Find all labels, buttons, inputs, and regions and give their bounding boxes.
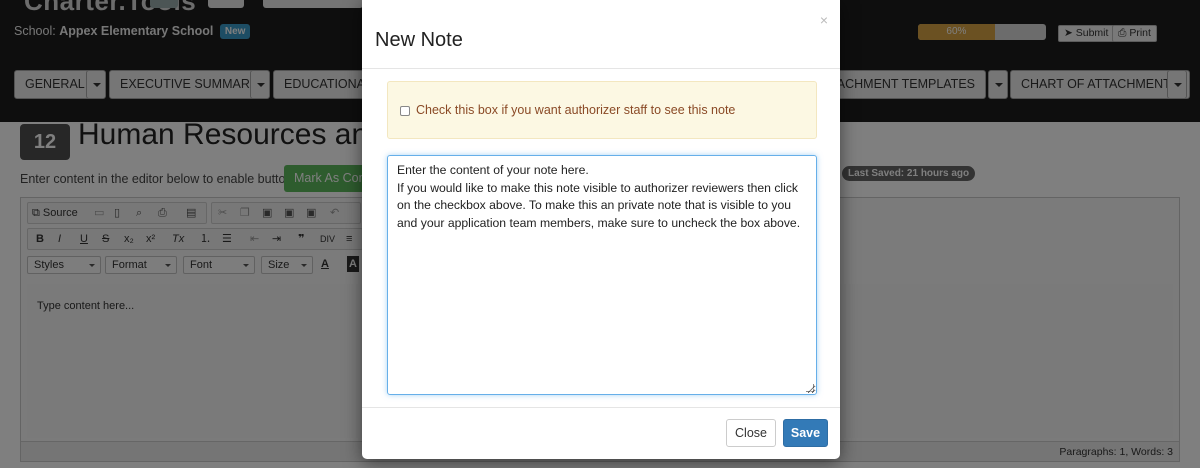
modal-footer-divider [362,407,840,408]
authorizer-visibility-label[interactable]: Check this box if you want authorizer st… [416,103,735,117]
visibility-notice: Check this box if you want authorizer st… [387,81,817,139]
note-line: If you would like to make this note visi… [397,180,801,230]
close-icon[interactable]: × [820,12,828,28]
close-button[interactable]: Close [726,419,776,447]
authorizer-visibility-checkbox[interactable] [400,106,410,116]
new-note-modal: × New Note Check this box if you want au… [362,0,840,459]
modal-header-divider [362,68,840,69]
note-line: Enter the content of your note here. [397,163,589,177]
resize-handle-icon[interactable] [806,384,814,392]
save-button[interactable]: Save [783,419,828,447]
modal-title: New Note [375,29,463,51]
note-content-textarea[interactable]: Enter the content of your note here. If … [387,155,817,395]
